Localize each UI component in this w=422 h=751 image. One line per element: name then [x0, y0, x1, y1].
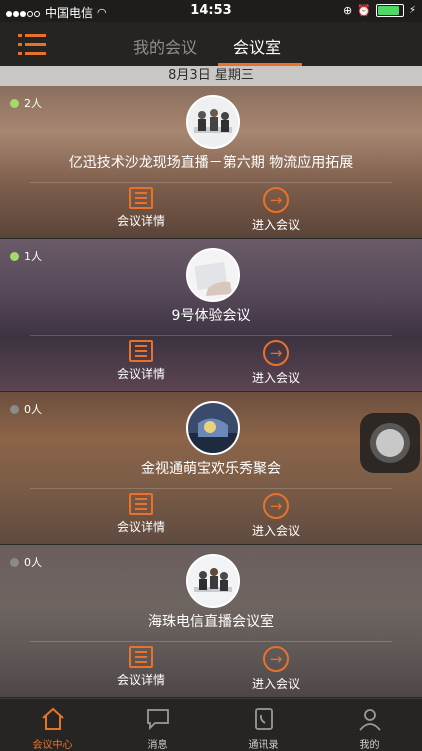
battery-icon: [375, 4, 404, 17]
participant-count: 0人: [10, 554, 42, 570]
tab-label: 通讯录: [248, 740, 279, 751]
participant-count-label: 1人: [24, 250, 42, 263]
meeting-details-button[interactable]: 会议详情: [101, 493, 181, 535]
alarm-icon: ⏰: [357, 4, 371, 17]
divider: [30, 335, 392, 336]
arrow-right-icon: →: [263, 493, 289, 519]
status-bar: 中国电信 ◠ 14:53 ⊕ ⏰ ⚡: [0, 0, 422, 22]
divider: [30, 641, 392, 642]
enter-label: 进入会议: [251, 524, 300, 538]
details-label: 会议详情: [116, 673, 165, 687]
tab-messages[interactable]: 消息: [105, 699, 210, 751]
details-label: 会议详情: [116, 520, 165, 534]
meeting-title: 金视通萌宝欢乐秀聚会: [141, 461, 281, 477]
tab-label: 我的: [359, 740, 380, 751]
document-list-icon: [129, 493, 153, 515]
meeting-card[interactable]: 2人 亿迅技术沙龙现场直播－第六期 物流应用拓展 会议详情 → 进入会议: [0, 86, 422, 238]
tab-contacts[interactable]: 通讯录: [211, 699, 316, 751]
divider: [30, 488, 392, 489]
meeting-card[interactable]: 1人 9号体验会议 会议详情 → 进入会议: [0, 239, 422, 391]
top-nav: 我的会议 会议室: [0, 22, 422, 66]
document-list-icon: [129, 187, 153, 209]
meeting-avatar: [186, 401, 240, 455]
meeting-avatar: [186, 95, 240, 149]
meeting-card[interactable]: 0人 海珠电信直播会议室 会议详情 → 进入会议: [0, 545, 422, 697]
meeting-details-button[interactable]: 会议详情: [101, 187, 181, 229]
bottom-tab-bar: 会议中心 消息 通讯录 我的: [0, 698, 422, 751]
participant-count: 2人: [10, 95, 42, 111]
participant-count-label: 0人: [24, 403, 42, 416]
document-list-icon: [129, 340, 153, 362]
enter-meeting-button[interactable]: → 进入会议: [236, 187, 316, 233]
tab-meeting-rooms[interactable]: 会议室: [233, 34, 281, 58]
meeting-title: 9号体验会议: [171, 308, 251, 324]
meeting-title: 海珠电信直播会议室: [148, 614, 274, 630]
enter-meeting-button[interactable]: → 进入会议: [236, 493, 316, 539]
arrow-right-icon: →: [263, 340, 289, 366]
meeting-card[interactable]: 0人 金视通萌宝欢乐秀聚会 会议详情 → 进入会议: [0, 392, 422, 544]
participant-count-label: 0人: [24, 556, 42, 569]
participant-count-label: 2人: [24, 97, 42, 110]
tab-meeting-center[interactable]: 会议中心: [0, 699, 105, 751]
meeting-title: 亿迅技术沙龙现场直播－第六期 物流应用拓展: [68, 155, 354, 171]
tab-my-meetings[interactable]: 我的会议: [133, 34, 197, 58]
chat-bubble-icon: [147, 709, 169, 731]
meeting-details-button[interactable]: 会议详情: [101, 340, 181, 382]
menu-list-icon[interactable]: [18, 32, 46, 56]
offline-status-dot: [10, 404, 19, 414]
meeting-avatar: [186, 248, 240, 302]
tab-label: 消息: [147, 740, 168, 751]
rotation-lock-icon: ⊕: [343, 4, 353, 17]
online-status-dot: [10, 98, 19, 108]
participant-count: 1人: [10, 248, 42, 264]
person-icon: [359, 709, 381, 731]
meeting-avatar: [186, 554, 240, 608]
details-label: 会议详情: [116, 214, 165, 228]
divider: [30, 182, 392, 183]
enter-meeting-button[interactable]: → 进入会议: [236, 340, 316, 386]
tab-label: 会议中心: [32, 740, 73, 751]
enter-label: 进入会议: [251, 677, 300, 691]
details-label: 会议详情: [116, 367, 165, 381]
arrow-right-icon: →: [263, 187, 289, 213]
tab-profile[interactable]: 我的: [317, 699, 422, 751]
arrow-right-icon: →: [263, 646, 289, 672]
document-list-icon: [129, 646, 153, 668]
online-status-dot: [10, 251, 19, 261]
participant-count: 0人: [10, 401, 42, 417]
home-icon: [42, 707, 64, 730]
assistive-touch-button[interactable]: [360, 413, 420, 473]
charging-icon: ⚡: [408, 5, 416, 16]
enter-label: 进入会议: [251, 218, 300, 232]
enter-meeting-button[interactable]: → 进入会议: [236, 646, 316, 692]
enter-label: 进入会议: [251, 371, 300, 385]
contacts-book-icon: [255, 708, 273, 730]
offline-status-dot: [10, 557, 19, 567]
date-header: 8月3日 星期三: [0, 66, 422, 86]
meeting-details-button[interactable]: 会议详情: [101, 646, 181, 688]
